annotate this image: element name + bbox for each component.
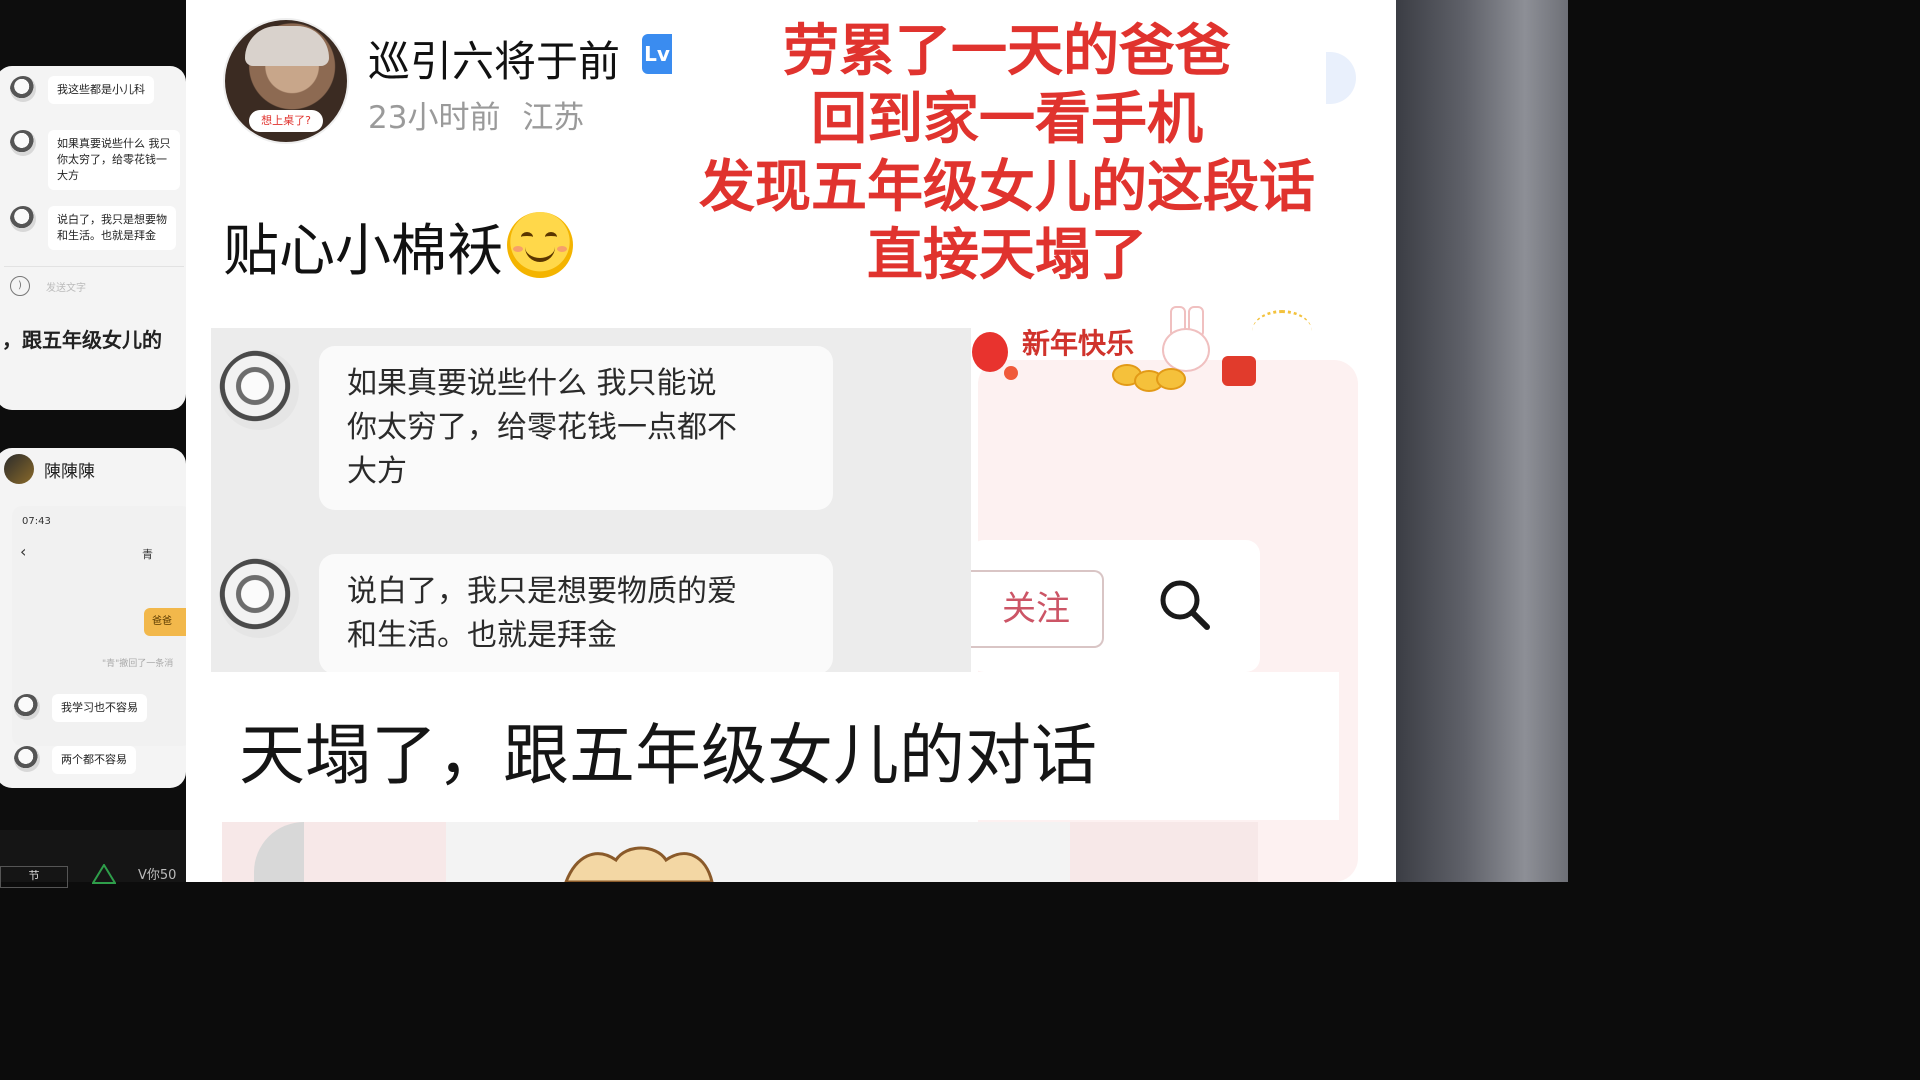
overlay-line: 直接天塌了 [867, 223, 1147, 288]
avatar [4, 454, 34, 484]
user-name: 陳陳陳 [44, 461, 95, 482]
avatar[interactable]: 想上桌了? [223, 18, 349, 144]
post-time: 23小时前 [368, 100, 501, 136]
chat-bubble: 两个都不容易 [52, 746, 136, 774]
lantern-icon [1004, 366, 1018, 380]
avatar [219, 558, 299, 638]
search-icon[interactable] [1156, 576, 1212, 632]
bottom-bar-text: V你50 [138, 868, 177, 883]
avatar-badge: 想上桌了? [249, 110, 323, 132]
list-item: 说白了，我只是想要物 和生活。也就是拜金 [10, 206, 176, 250]
lantern-icon [972, 332, 1008, 372]
message-input-bar[interactable]: ) 发送文字 [4, 266, 184, 305]
chat-bubble: 说白了，我只是想要物 和生活。也就是拜金 [48, 206, 176, 250]
overlay-line: 回到家一看手机 [811, 87, 1203, 152]
post-panel: 想上桌了? 巡引六将于前 Lv 23小时前 江苏 贴心小棉袄 劳累了一天的爸爸 … [186, 0, 1396, 882]
chat-screenshot: 如果真要说些什么 我只能说 你太穷了，给零花钱一点都不 大方 说白了，我只是想要… [211, 328, 971, 684]
overlay-caption: 劳累了一天的爸爸 回到家一看手机 发现五年级女儿的这段话 直接天塌了 [662, 18, 1352, 290]
list-item: 两个都不容易 [14, 746, 136, 774]
post-location: 江苏 [522, 100, 585, 136]
chat-title: 青 [142, 548, 153, 561]
back-icon: ‹ [20, 542, 27, 561]
left-chat-card: 我这些都是小儿科 如果真要说些什么 我只 你太穷了，给零花钱一 大方 说白了，我… [0, 66, 186, 410]
chat-bubble: 说白了，我只是想要物质的爱 和生活。也就是拜金 [319, 554, 833, 674]
avatar [219, 350, 299, 430]
left-chat-card-2: 陳陳陳 07:43 ‹ 青 爸爸 "青"撤回了一条消 我学习也不容易 两个都不容… [0, 448, 186, 788]
avatar [14, 694, 40, 720]
overlay-line: 发现五年级女儿的这段话 [699, 155, 1315, 220]
username[interactable]: 巡引六将于前 [368, 28, 620, 89]
overlay-line: 劳累了一天的爸爸 [783, 19, 1231, 84]
cartoon-figure-icon [564, 846, 714, 882]
smile-emoji-icon [507, 212, 573, 278]
right-background [1396, 0, 1568, 882]
post-body: 贴心小棉袄 [223, 219, 503, 284]
chat-bubble: 我这些都是小儿科 [48, 76, 154, 104]
recall-notice: "青"撤回了一条消 [102, 659, 174, 669]
chat-bubble: 如果真要说些什么 我只 你太穷了，给零花钱一 大方 [48, 130, 180, 190]
chat-bubble: 如果真要说些什么 我只能说 你太穷了，给零花钱一点都不 大方 [319, 346, 833, 510]
chat-bubble: 我学习也不容易 [52, 694, 147, 722]
follow-button[interactable]: 关注 [970, 570, 1104, 648]
avatar [10, 130, 36, 156]
preview-image [446, 822, 1070, 882]
avatar [10, 206, 36, 232]
post-meta: 23小时前 江苏 [368, 92, 584, 137]
avatar-hair [245, 26, 329, 66]
caption-strip: 天塌了，跟五年级女儿的对话 [211, 672, 1339, 820]
chat-bubble: 爸爸 [144, 608, 186, 636]
status-time: 07:43 [22, 516, 51, 527]
message-input[interactable]: 发送文字 [46, 279, 86, 294]
follow-card: 关注 [970, 540, 1260, 672]
list-item: 如果真要说些什么 我只 你太穷了，给零花钱一 大方 [10, 130, 180, 190]
rabbit-icon [1112, 306, 1312, 396]
post-text: 贴心小棉袄 [223, 206, 573, 287]
card-header: 陳陳陳 [4, 454, 95, 484]
avatar [10, 76, 36, 102]
logo-icon [92, 864, 116, 884]
avatar [14, 746, 40, 772]
voice-icon[interactable]: ) [10, 276, 30, 296]
image-caption: 天塌了，跟五年级女儿的对话 [239, 717, 1097, 794]
list-item: 我学习也不容易 [14, 694, 147, 722]
bottom-bar-tag[interactable]: 节 [0, 866, 68, 888]
card-caption: ，跟五年级女儿的 [2, 328, 162, 352]
bottom-bar: 节 V你50 [0, 830, 186, 888]
list-item: 我这些都是小儿科 [10, 76, 154, 104]
